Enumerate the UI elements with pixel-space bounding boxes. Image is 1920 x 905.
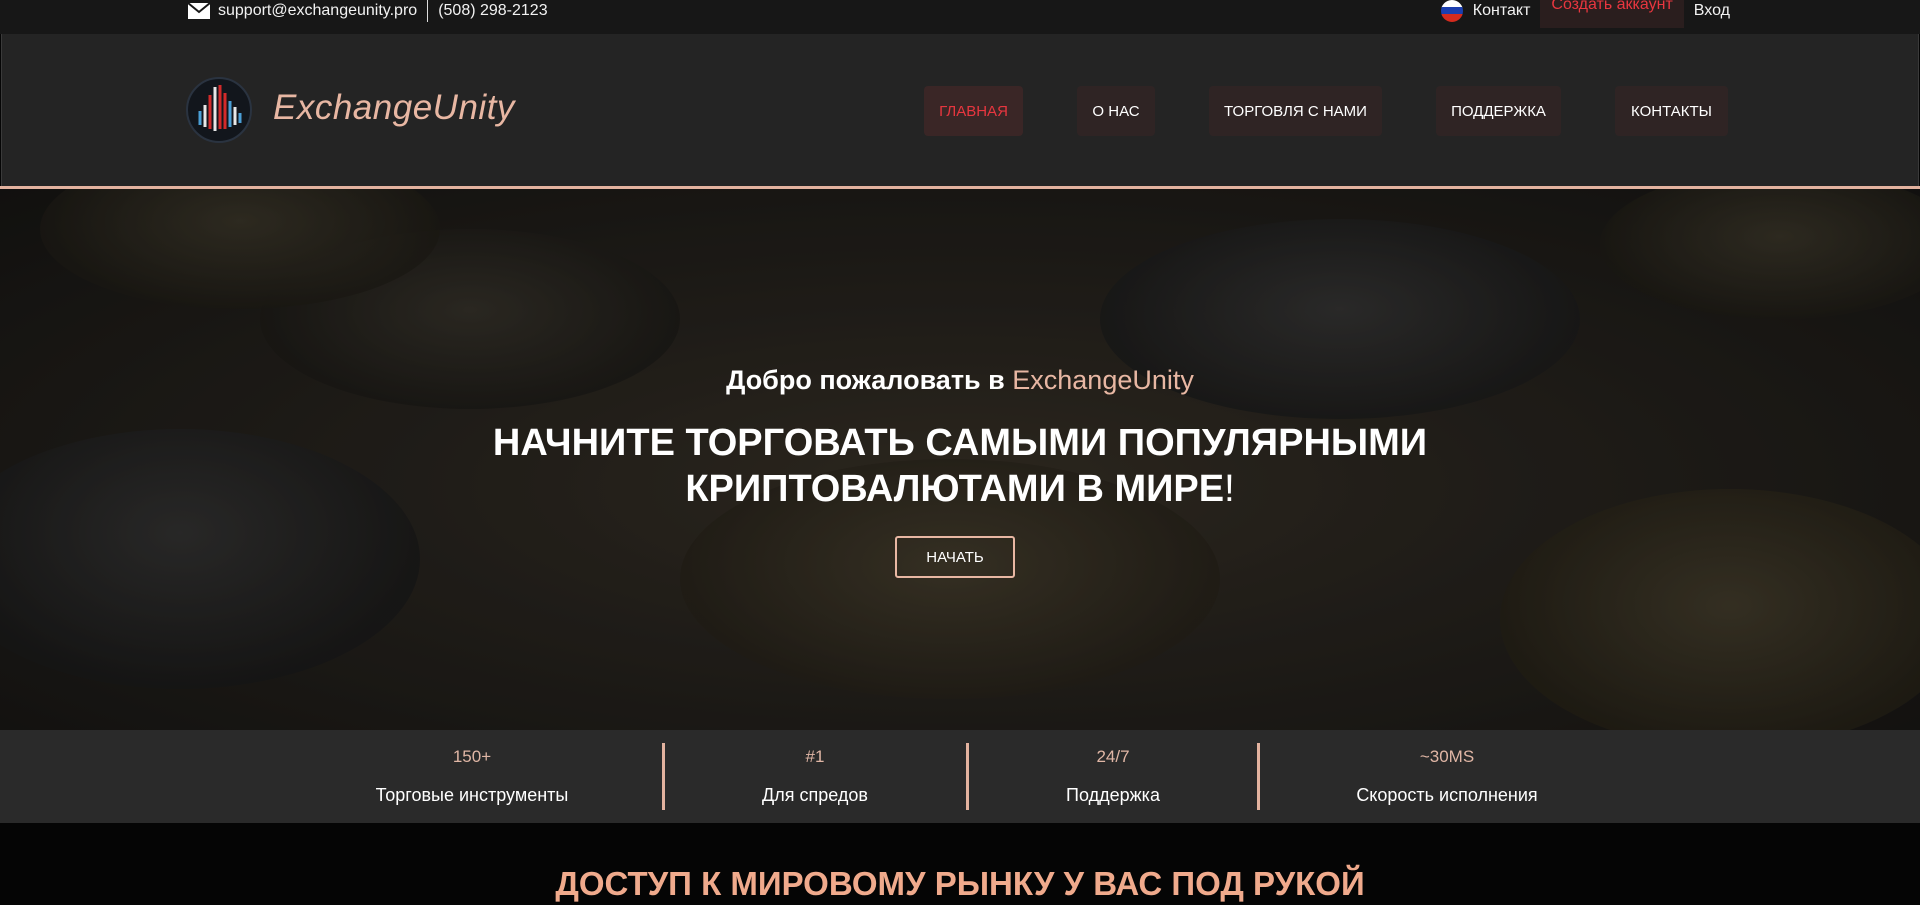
stat-value: ~30MS xyxy=(1419,747,1475,766)
hero-headline: НАЧНИТЕ ТОРГОВАТЬ САМЫМИ ПОПУЛЯРНЫМИ КРИ… xyxy=(0,420,1920,512)
top-bar: support@exchangeunity.pro (508) 298-2123… xyxy=(0,0,1920,34)
mail-icon xyxy=(187,2,211,19)
stat-label: Поддержка xyxy=(1066,785,1160,805)
stat-instruments: 150+ Торговые инструменты xyxy=(357,730,587,823)
top-divider xyxy=(427,0,429,22)
nav-contacts[interactable]: КОНТАКТЫ xyxy=(1615,86,1728,136)
welcome-prefix: Добро пожаловать в xyxy=(726,365,1005,395)
contact-link[interactable]: Контакт xyxy=(1473,2,1531,20)
phone-link[interactable]: (508) 298-2123 xyxy=(438,2,547,20)
stat-divider xyxy=(1257,743,1260,810)
logo-icon[interactable] xyxy=(186,77,252,143)
brand-name[interactable]: ExchangeUnity xyxy=(273,88,515,128)
start-button[interactable]: НАЧАТЬ xyxy=(895,536,1015,578)
russia-flag-icon[interactable] xyxy=(1440,0,1463,22)
support-email-link[interactable]: support@exchangeunity.pro xyxy=(218,2,417,20)
stat-label: Для спредов xyxy=(762,785,868,805)
stat-label: Скорость исполнения xyxy=(1356,785,1538,805)
welcome-brand: ExchangeUnity xyxy=(1012,365,1194,395)
headline-line-2-text: КРИПТОВАЛЮТАМИ В МИРЕ xyxy=(685,468,1225,510)
stat-spreads: #1 Для спредов xyxy=(700,730,930,823)
stat-divider xyxy=(966,743,969,810)
nav-home[interactable]: ГЛАВНАЯ xyxy=(924,86,1023,136)
create-account-link[interactable]: Создать аккаунт xyxy=(1540,0,1684,28)
stat-value: 24/7 xyxy=(1096,747,1130,766)
stat-label: Торговые инструменты xyxy=(375,785,569,805)
nav-support[interactable]: ПОДДЕРЖКА xyxy=(1436,86,1561,136)
stat-speed: ~30MS Скорость исполнения xyxy=(1322,730,1572,823)
stat-value: 150+ xyxy=(452,747,492,766)
stats-bar: 150+ Торговые инструменты #1 Для спредов… xyxy=(0,730,1920,823)
nav-trading[interactable]: ТОРГОВЛЯ С НАМИ xyxy=(1209,86,1382,136)
stat-support: 24/7 Поддержка xyxy=(998,730,1228,823)
contact-info: support@exchangeunity.pro (508) 298-2123 xyxy=(187,0,548,22)
stat-divider xyxy=(662,743,665,810)
nav-about[interactable]: О НАС xyxy=(1077,86,1155,136)
account-links: Контакт Создать аккаунт Вход xyxy=(1440,0,1730,28)
headline-line-1: НАЧНИТЕ ТОРГОВАТЬ САМЫМИ ПОПУЛЯРНЫМИ xyxy=(492,422,1428,464)
headline-line-2: КРИПТОВАЛЮТАМИ В МИРЕ! xyxy=(0,466,1920,512)
section-title: ДОСТУП К МИРОВОМУ РЫНКУ У ВАС ПОД РУКОЙ xyxy=(555,865,1365,902)
login-link[interactable]: Вход xyxy=(1694,2,1730,20)
welcome-text: Добро пожаловать в ExchangeUnity xyxy=(0,365,1920,396)
headline-exclamation: ! xyxy=(1224,468,1235,510)
stat-value: #1 xyxy=(805,747,825,766)
